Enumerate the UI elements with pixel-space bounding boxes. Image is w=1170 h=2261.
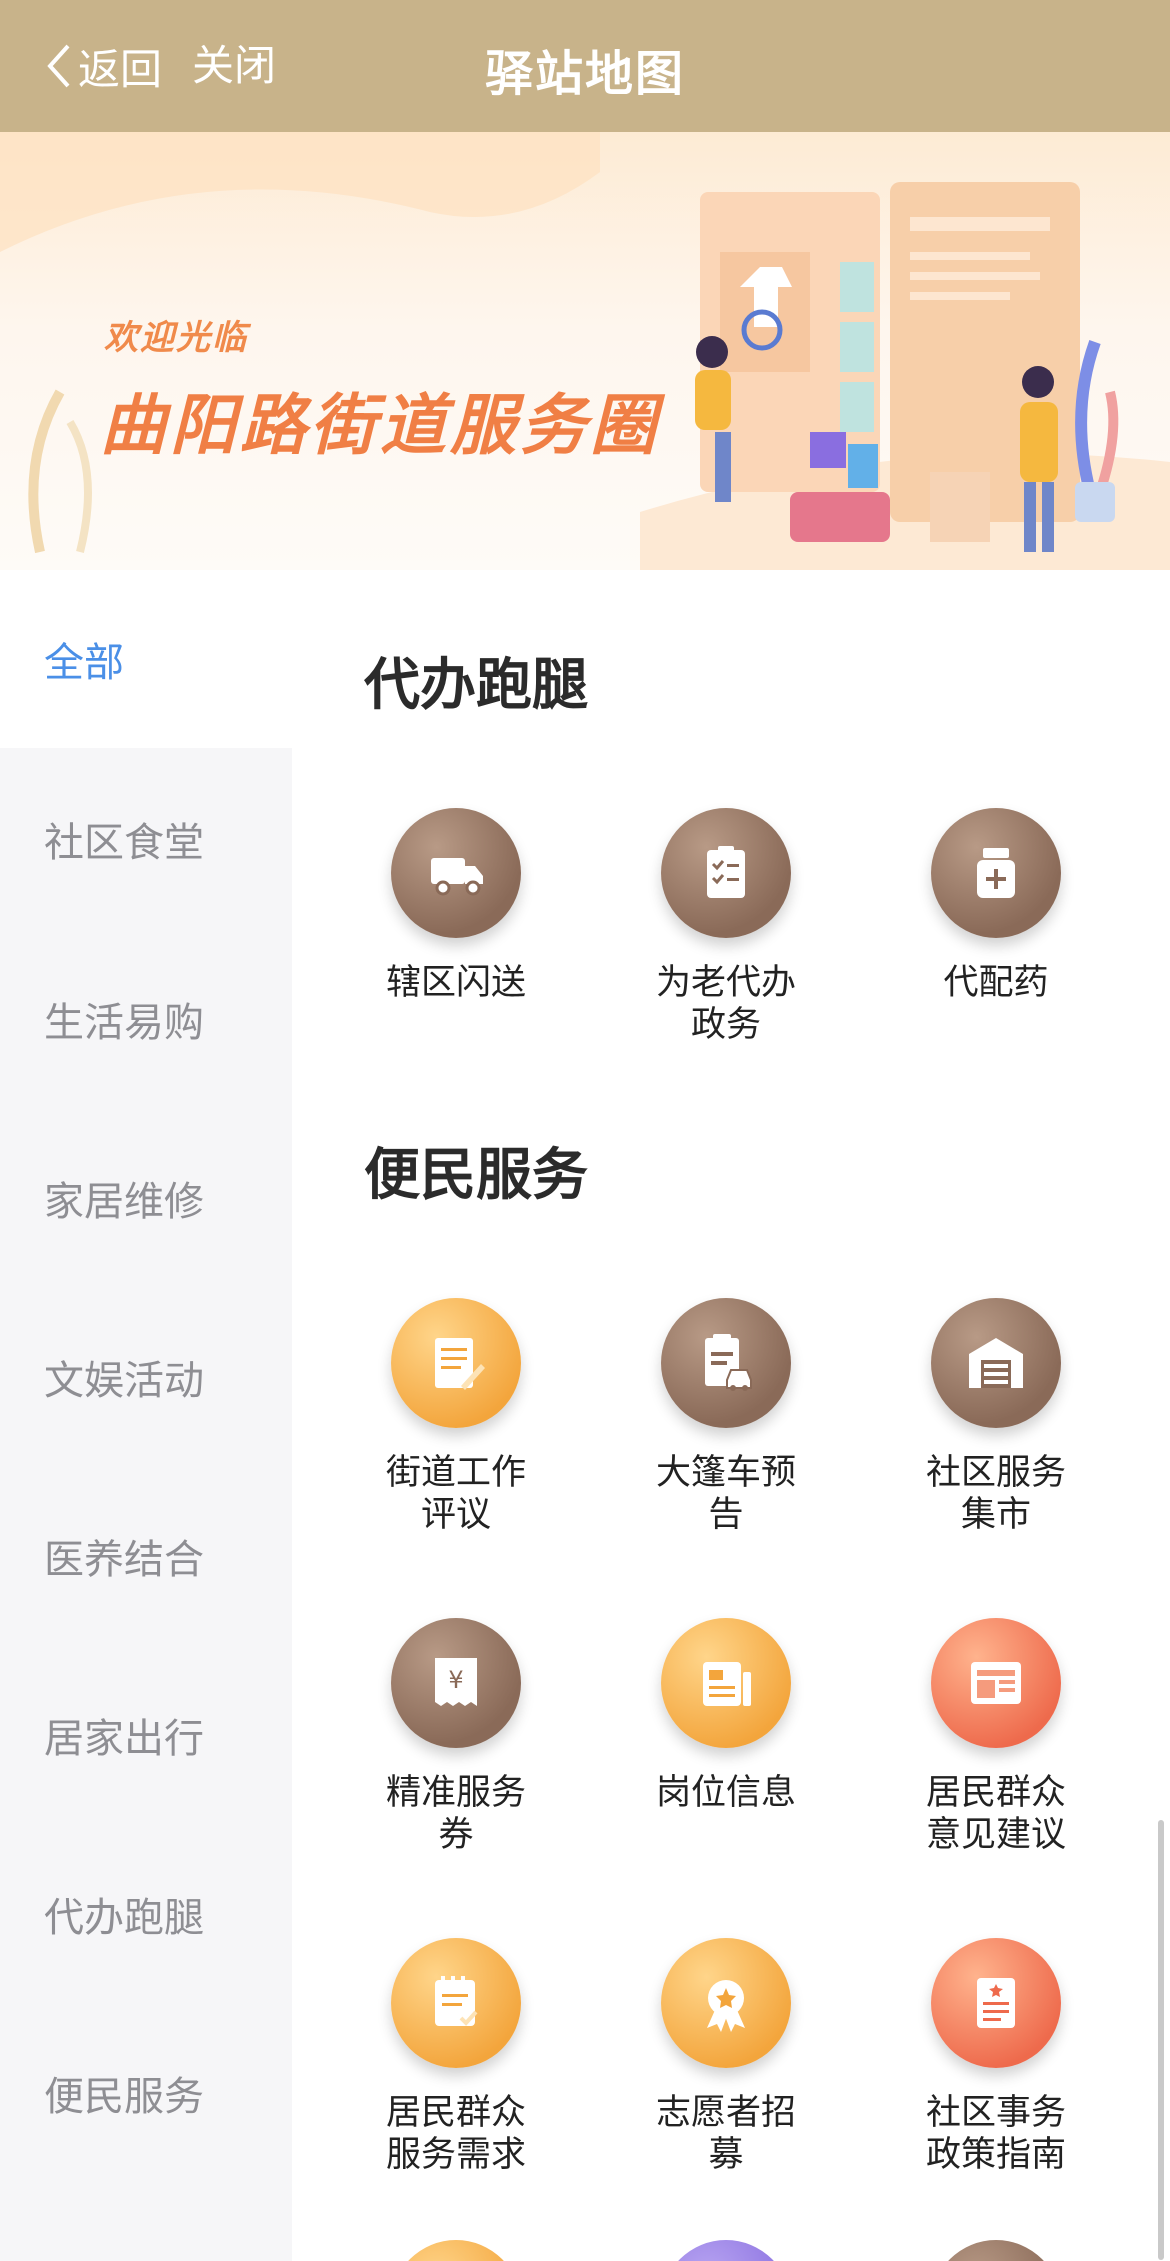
- banner-headline: 曲阳路街道服务圈: [100, 387, 660, 464]
- service-tile[interactable]: 居民群众服务需求: [336, 1938, 576, 2176]
- document-pen-icon: [391, 1298, 521, 1428]
- banner-welcome-text: 欢迎光临: [104, 318, 248, 358]
- service-tile[interactable]: 辖区闪送: [336, 808, 576, 1004]
- category-sidebar: 全部 社区食堂 生活易购 家居维修 文娱活动 医养结合 居家出行 代办跑腿 便民…: [0, 570, 292, 2261]
- service-tile[interactable]: 社区事务政策指南: [876, 1938, 1116, 2176]
- service-label: 街道工作评议: [385, 1453, 526, 1535]
- service-content: 代办跑腿 辖区闪送 为老代办政务 代配药 便民服务 街道工作评议 大篷车预告 社…: [292, 570, 1170, 2261]
- banner: 欢迎光临 曲阳路街道服务圈: [0, 132, 1170, 570]
- sidebar-item-convenience[interactable]: 便民服务: [0, 2004, 292, 2182]
- sidebar-item-travel[interactable]: 居家出行: [0, 1646, 292, 1824]
- service-label: 为老代办政务: [655, 963, 796, 1045]
- partial-icon: [661, 2240, 791, 2261]
- service-tile[interactable]: 街道工作评议: [336, 1298, 576, 1536]
- top-bar: 返回 关闭 驿站地图: [0, 0, 1170, 132]
- clipboard-checklist-icon: [661, 808, 791, 938]
- service-label: 辖区闪送: [385, 963, 526, 1003]
- service-tile[interactable]: 为老代办政务: [606, 808, 846, 1046]
- sidebar-item-errands[interactable]: 代办跑腿: [0, 1825, 292, 2003]
- notepad-check-icon: [391, 1938, 521, 2068]
- truck-icon: [391, 808, 521, 938]
- partial-icon: [391, 2240, 521, 2261]
- vertical-scrollbar[interactable]: [1158, 1820, 1164, 2260]
- document-car-icon: [661, 1298, 791, 1428]
- sidebar-item-repair[interactable]: 家居维修: [0, 1109, 292, 1287]
- medicine-bottle-icon: [931, 808, 1061, 938]
- service-label: 居民群众服务需求: [385, 2093, 526, 2175]
- service-label: 大篷车预告: [655, 1453, 796, 1535]
- yen-voucher-icon: ¥: [391, 1618, 521, 1748]
- service-tile[interactable]: 居民群众意见建议: [876, 1618, 1116, 1856]
- page-title: 驿站地图: [484, 46, 685, 102]
- warehouse-icon: [931, 1298, 1061, 1428]
- service-label: 代配药: [943, 963, 1049, 1003]
- service-label: 社区事务政策指南: [925, 2093, 1066, 2175]
- service-label: 岗位信息: [655, 1773, 796, 1813]
- service-label: 志愿者招募: [655, 2093, 796, 2175]
- sidebar-item-canteen[interactable]: 社区食堂: [0, 750, 292, 928]
- service-tile[interactable]: ¥ 精准服务券: [336, 1618, 576, 1856]
- policy-document-icon: [931, 1938, 1061, 2068]
- sidebar-item-health[interactable]: 医养结合: [0, 1467, 292, 1645]
- svg-text:¥: ¥: [448, 1666, 463, 1694]
- service-tile[interactable]: 社区服务集市: [876, 1298, 1116, 1536]
- service-tile[interactable]: 岗位信息: [606, 1618, 846, 1814]
- layout-window-icon: [931, 1618, 1061, 1748]
- service-tile[interactable]: 代配药: [876, 808, 1116, 1004]
- service-label: 居民群众意见建议: [925, 1773, 1066, 1855]
- sidebar-item-entertainment[interactable]: 文娱活动: [0, 1288, 292, 1466]
- sidebar-item-shopping[interactable]: 生活易购: [0, 930, 292, 1108]
- partial-icon: [931, 2240, 1061, 2261]
- newspaper-icon: [661, 1618, 791, 1748]
- service-tile[interactable]: 大篷车预告: [606, 1298, 846, 1536]
- section-title-convenience: 便民服务: [364, 1143, 588, 1208]
- section-title-errands: 代办跑腿: [364, 653, 588, 718]
- service-label: 精准服务券: [385, 1773, 526, 1855]
- service-label: 社区服务集市: [925, 1453, 1066, 1535]
- award-medal-icon: [661, 1938, 791, 2068]
- sidebar-item-all[interactable]: 全部: [0, 570, 292, 748]
- service-tile[interactable]: 志愿者招募: [606, 1938, 846, 2176]
